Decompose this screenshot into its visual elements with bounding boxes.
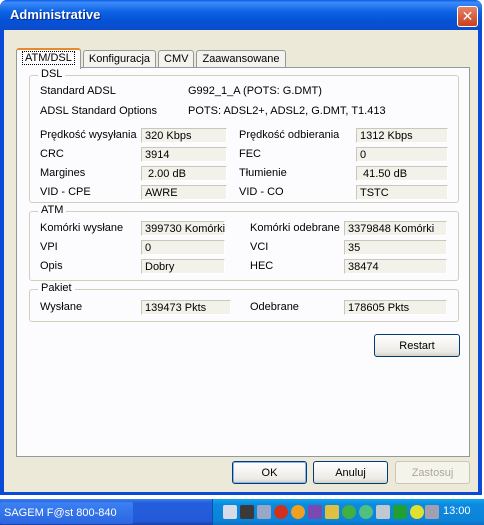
adsl-options-label: ADSL Standard Options	[40, 105, 157, 117]
packets-sent-label: Wysłane	[40, 301, 83, 313]
vci-value: 35	[344, 240, 447, 255]
packets-received-value: 178605 Pkts	[344, 300, 447, 315]
cells-sent-value: 399730 Komórki	[141, 221, 225, 236]
atm-group-label: ATM	[38, 204, 67, 216]
vid-co-label: VID - CO	[239, 186, 284, 198]
fec-label: FEC	[239, 148, 261, 160]
download-speed-value: 1312 Kbps	[356, 128, 448, 143]
dsl-group-label: DSL	[38, 68, 66, 80]
speaker-icon[interactable]	[376, 505, 390, 519]
mail-icon[interactable]	[325, 505, 339, 519]
margins-label: Margines	[40, 167, 86, 179]
vpi-label: VPI	[40, 241, 58, 253]
window-title: Administrative	[10, 7, 101, 22]
hec-label: HEC	[250, 260, 274, 272]
margins-value: 2.00 dB	[141, 166, 227, 181]
sun-icon[interactable]	[291, 505, 305, 519]
standard-adsl-label: Standard ADSL	[40, 85, 116, 97]
tab-cmv[interactable]: CMV	[158, 50, 195, 68]
download-speed-label: Prędkość odbierania	[239, 129, 340, 141]
cells-received-value: 3379848 Komórki	[344, 221, 447, 236]
upload-speed-value: 320 Kbps	[141, 128, 227, 143]
restart-button[interactable]: Restart	[374, 334, 460, 357]
cancel-button[interactable]: Anuluj	[313, 461, 388, 484]
desc-label: Opis	[40, 260, 63, 272]
fec-value: 0	[356, 147, 448, 162]
vid-cpe-label: VID - CPE	[40, 186, 91, 198]
cells-sent-label: Komórki wysłane	[40, 222, 124, 234]
tab-konfiguracja[interactable]: Konfiguracja	[82, 50, 157, 68]
dsl-group: DSL Standard ADSL G992_1_A (POTS: G.DMT)…	[29, 68, 459, 203]
attenuation-label: Tłumienie	[239, 167, 287, 179]
k-icon[interactable]	[240, 505, 254, 519]
dialog-client-area: ATM/DSL Konfiguracja CMV Zaawansowane DS…	[4, 30, 478, 492]
desc-value: Dobry	[141, 259, 225, 274]
hec-value: 38474	[344, 259, 447, 274]
grid-icon[interactable]	[308, 505, 322, 519]
attenuation-value: 41.50 dB	[356, 166, 448, 181]
close-button[interactable]: ✕	[457, 6, 478, 27]
volume-icon[interactable]	[425, 505, 439, 519]
taskbar: SAGEM F@st 800-840 13:00	[0, 499, 484, 525]
clock[interactable]: 13:00	[443, 505, 471, 517]
play-icon[interactable]	[393, 505, 407, 519]
packet-group: Pakiet Wysłane 139473 Pkts Odebrane 1786…	[29, 282, 459, 322]
cells-received-label: Komórki odebrane	[250, 222, 340, 234]
vci-label: VCI	[250, 241, 269, 253]
tab-atm-dsl[interactable]: ATM/DSL	[16, 48, 81, 69]
network-icon[interactable]	[257, 505, 271, 519]
system-tray: 13:00	[212, 499, 484, 525]
title-bar[interactable]: Administrative ✕	[0, 0, 482, 30]
dialog-window: Administrative ✕ ATM/DSL Konfiguracja CM…	[0, 0, 482, 495]
tab-strip: ATM/DSL Konfiguracja CMV Zaawansowane	[16, 48, 288, 69]
upload-speed-label: Prędkość wysyłania	[40, 129, 137, 141]
tab-zaawansowane[interactable]: Zaawansowane	[196, 50, 286, 68]
vpi-value: 0	[141, 240, 225, 255]
crc-value: 3914	[141, 147, 227, 162]
standard-adsl-value: G992_1_A (POTS: G.DMT)	[188, 85, 322, 97]
vid-co-value: TSTC	[356, 185, 448, 200]
globe-icon[interactable]	[359, 505, 373, 519]
crc-label: CRC	[40, 148, 64, 160]
packets-received-label: Odebrane	[250, 301, 299, 313]
taskbar-button-sagem[interactable]: SAGEM F@st 800-840	[0, 502, 133, 524]
packet-group-label: Pakiet	[38, 282, 75, 294]
adsl-options-value: POTS: ADSL2+, ADSL2, G.DMT, T1.413	[188, 105, 386, 117]
shield-icon[interactable]	[274, 505, 288, 519]
apply-button: Zastosuj	[395, 461, 470, 484]
refresh-icon[interactable]	[410, 505, 424, 519]
user-icon[interactable]	[342, 505, 356, 519]
vid-cpe-value: AWRE	[141, 185, 227, 200]
close-icon: ✕	[461, 8, 474, 25]
packets-sent-value: 139473 Pkts	[141, 300, 231, 315]
atm-group: ATM Komórki wysłane 399730 Komórki Komór…	[29, 204, 459, 281]
ok-button[interactable]: OK	[232, 461, 307, 484]
tab-panel: DSL Standard ADSL G992_1_A (POTS: G.DMT)…	[16, 67, 470, 457]
monitor-icon[interactable]	[223, 505, 237, 519]
